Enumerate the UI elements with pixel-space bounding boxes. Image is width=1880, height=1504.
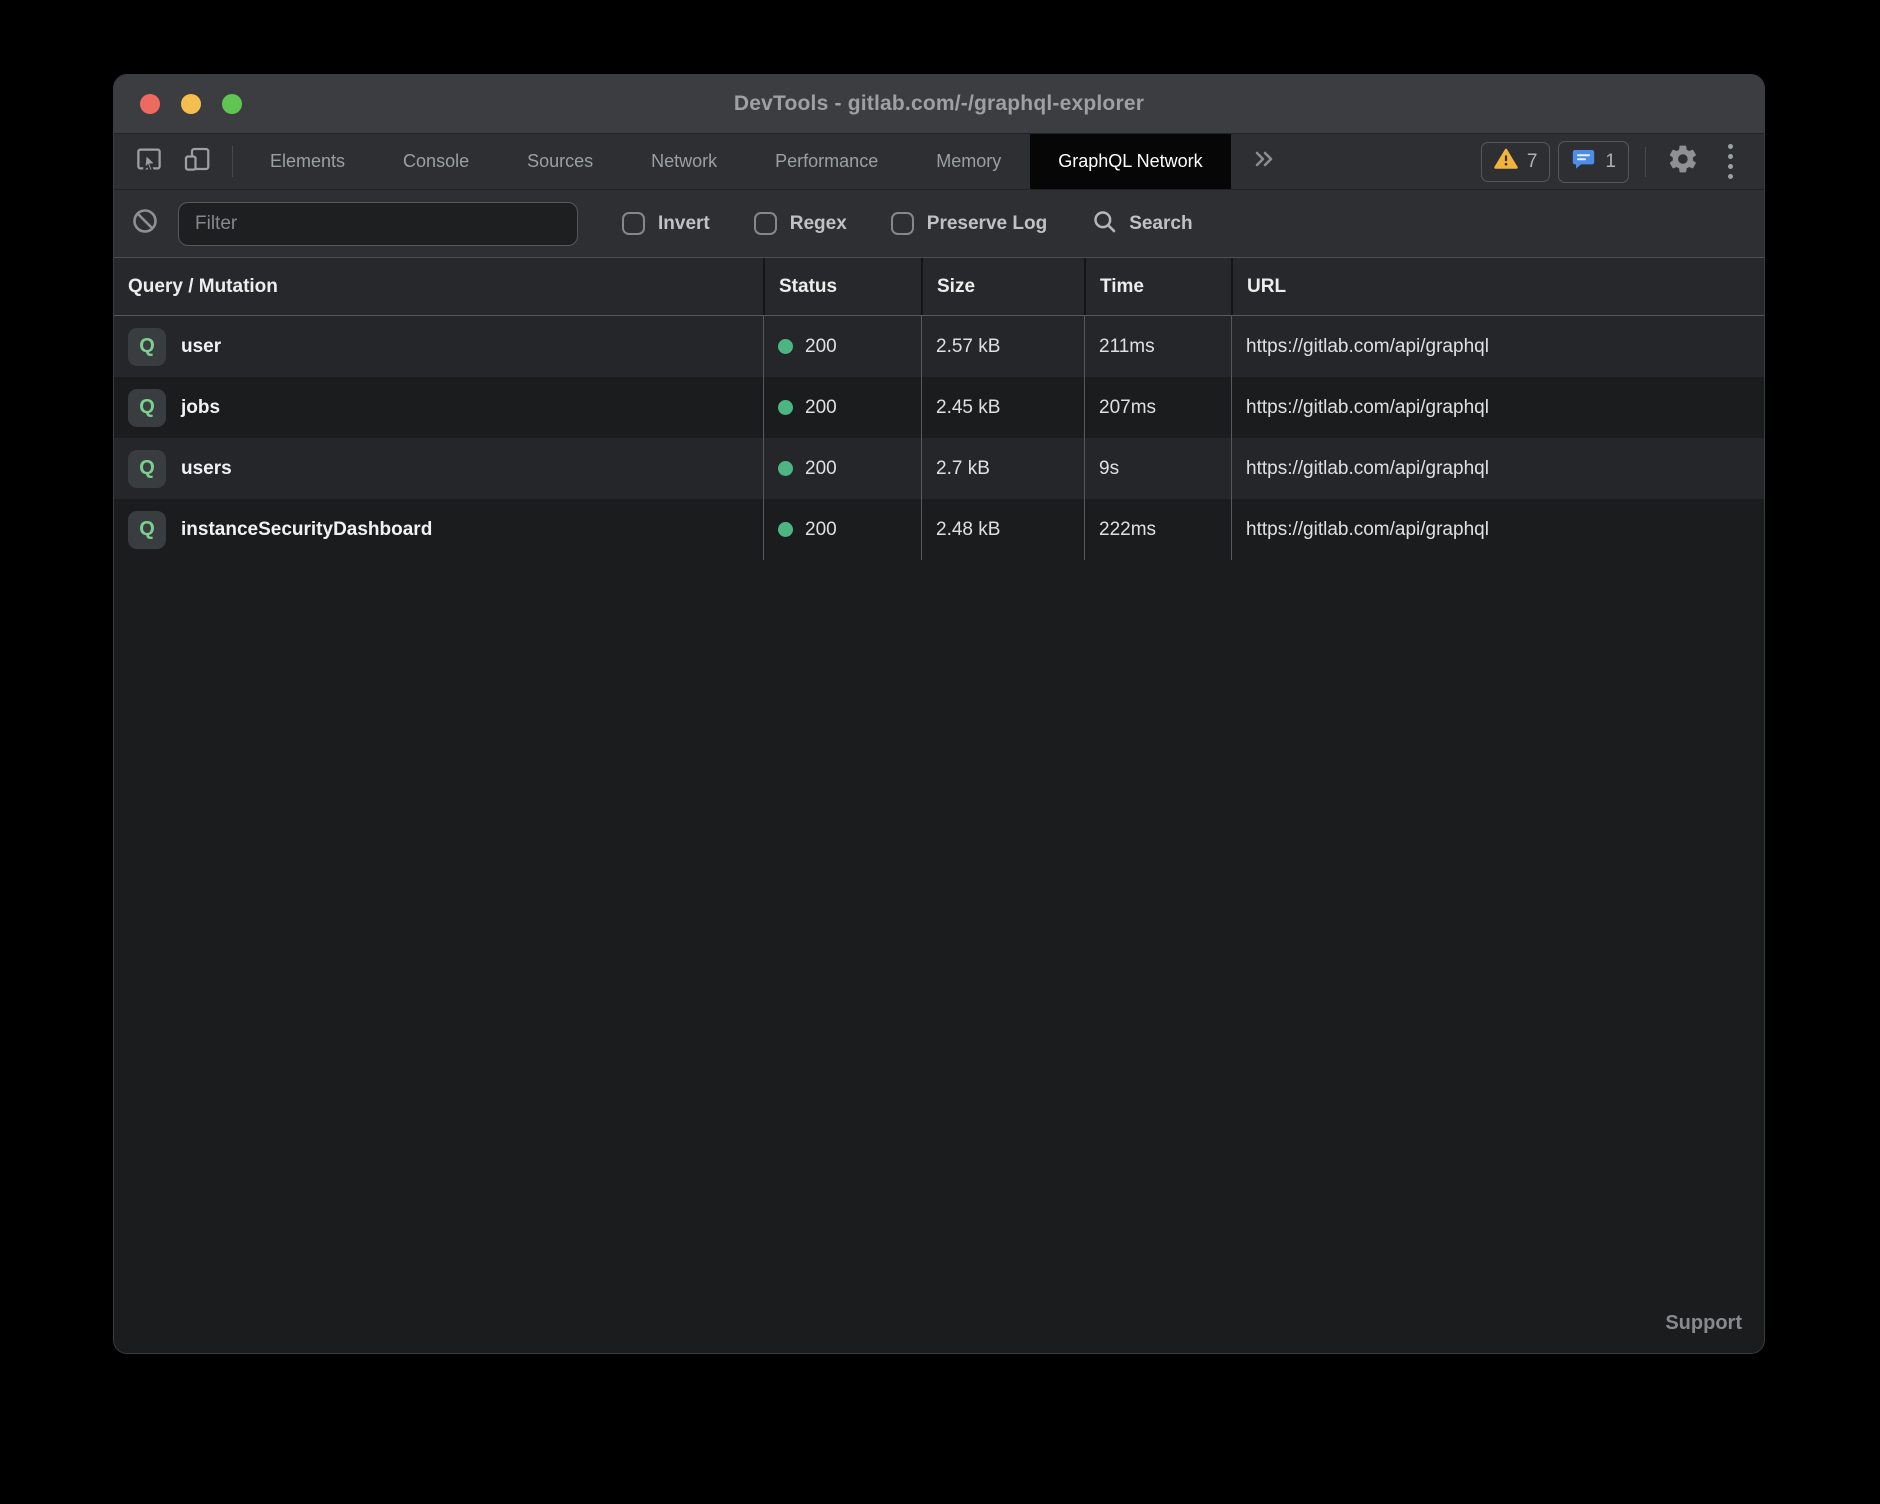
tab-elements[interactable]: Elements	[241, 134, 374, 189]
status-code: 200	[805, 336, 837, 358]
size-value: 2.57 kB	[921, 316, 1084, 377]
tab-sources[interactable]: Sources	[498, 134, 622, 189]
inspect-element-button[interactable]	[128, 142, 170, 182]
tab-network[interactable]: Network	[622, 134, 746, 189]
double-chevron-icon	[1251, 148, 1277, 175]
time-value: 222ms	[1084, 499, 1231, 560]
preserve-log-label: Preserve Log	[927, 213, 1047, 235]
panel-tabs: Elements Console Sources Network Perform…	[241, 134, 1231, 189]
search-label: Search	[1129, 213, 1192, 235]
status-code: 200	[805, 519, 837, 541]
tab-graphql-network[interactable]: GraphQL Network	[1030, 134, 1230, 189]
kebab-menu-icon	[1728, 144, 1733, 149]
toolbar-divider	[1645, 147, 1646, 177]
query-type-badge: Q	[128, 511, 166, 549]
warning-count: 7	[1527, 151, 1538, 173]
column-header-url[interactable]: URL	[1231, 258, 1764, 315]
close-window-button[interactable]	[140, 94, 160, 114]
more-options-button[interactable]	[1712, 144, 1748, 179]
regex-label: Regex	[790, 213, 847, 235]
size-value: 2.48 kB	[921, 499, 1084, 560]
title-bar: DevTools - gitlab.com/-/graphql-explorer	[114, 75, 1764, 134]
table-row[interactable]: Q user 200 2.57 kB 211ms https://gitlab.…	[114, 316, 1764, 377]
messages-badge[interactable]: 1	[1558, 141, 1629, 183]
status-code: 200	[805, 397, 837, 419]
devtools-window: DevTools - gitlab.com/-/graphql-explorer	[113, 74, 1765, 1354]
right-toolbar: 7 1	[1481, 134, 1764, 189]
time-value: 207ms	[1084, 377, 1231, 438]
status-ok-dot	[778, 339, 793, 354]
query-type-badge: Q	[128, 328, 166, 366]
tab-console[interactable]: Console	[374, 134, 498, 189]
preserve-log-checkbox-group: Preserve Log	[891, 212, 1047, 235]
time-value: 9s	[1084, 438, 1231, 499]
inspect-cursor-icon	[134, 144, 164, 179]
query-name: jobs	[181, 397, 220, 419]
column-header-query-mutation[interactable]: Query / Mutation	[114, 258, 763, 315]
tab-memory[interactable]: Memory	[907, 134, 1030, 189]
device-toolbar-button[interactable]	[176, 142, 218, 182]
url-value: https://gitlab.com/api/graphql	[1231, 316, 1764, 377]
status-ok-dot	[778, 522, 793, 537]
window-title: DevTools - gitlab.com/-/graphql-explorer	[114, 92, 1764, 116]
time-value: 211ms	[1084, 316, 1231, 377]
invert-checkbox-group: Invert	[622, 212, 710, 235]
invert-checkbox[interactable]	[622, 212, 645, 235]
regex-checkbox[interactable]	[754, 212, 777, 235]
gear-icon	[1667, 143, 1699, 180]
search-button[interactable]: Search	[1091, 208, 1192, 240]
status-ok-dot	[778, 461, 793, 476]
left-toolbar-icons	[114, 134, 224, 189]
status-ok-dot	[778, 400, 793, 415]
table-row[interactable]: Q users 200 2.7 kB 9s https://gitlab.com…	[114, 438, 1764, 499]
support-link[interactable]: Support	[1665, 1312, 1742, 1335]
warnings-badge[interactable]: 7	[1481, 142, 1551, 182]
status-code: 200	[805, 458, 837, 480]
panel-empty-area: Support	[114, 560, 1764, 1353]
query-type-badge: Q	[128, 389, 166, 427]
device-toolbar-icon	[182, 144, 212, 179]
query-name: users	[181, 458, 232, 480]
search-icon	[1091, 208, 1118, 240]
preserve-log-checkbox[interactable]	[891, 212, 914, 235]
block-icon	[131, 207, 159, 240]
query-type-badge: Q	[128, 450, 166, 488]
devtools-tab-bar: Elements Console Sources Network Perform…	[114, 134, 1764, 189]
url-value: https://gitlab.com/api/graphql	[1231, 377, 1764, 438]
column-header-size[interactable]: Size	[921, 258, 1084, 315]
zoom-window-button[interactable]	[222, 94, 242, 114]
column-header-time[interactable]: Time	[1084, 258, 1231, 315]
table-row[interactable]: Q instanceSecurityDashboard 200 2.48 kB …	[114, 499, 1764, 560]
table-header: Query / Mutation Status Size Time URL	[114, 257, 1764, 316]
message-count: 1	[1605, 151, 1616, 173]
settings-button[interactable]	[1662, 142, 1704, 182]
toolbar-divider	[232, 146, 233, 177]
size-value: 2.45 kB	[921, 377, 1084, 438]
url-value: https://gitlab.com/api/graphql	[1231, 499, 1764, 560]
minimize-window-button[interactable]	[181, 94, 201, 114]
query-name: instanceSecurityDashboard	[181, 519, 432, 541]
column-header-status[interactable]: Status	[763, 258, 921, 315]
more-tabs-button[interactable]	[1231, 134, 1297, 189]
clear-button[interactable]	[128, 204, 162, 244]
filter-input[interactable]	[178, 202, 578, 246]
chat-bubble-icon	[1571, 147, 1596, 177]
url-value: https://gitlab.com/api/graphql	[1231, 438, 1764, 499]
traffic-lights	[140, 94, 242, 114]
regex-checkbox-group: Regex	[754, 212, 847, 235]
warning-icon	[1494, 148, 1518, 176]
tab-performance[interactable]: Performance	[746, 134, 907, 189]
query-name: user	[181, 336, 221, 358]
size-value: 2.7 kB	[921, 438, 1084, 499]
table-row[interactable]: Q jobs 200 2.45 kB 207ms https://gitlab.…	[114, 377, 1764, 438]
invert-label: Invert	[658, 213, 710, 235]
filter-bar: Invert Regex Preserve Log Search	[114, 189, 1764, 257]
